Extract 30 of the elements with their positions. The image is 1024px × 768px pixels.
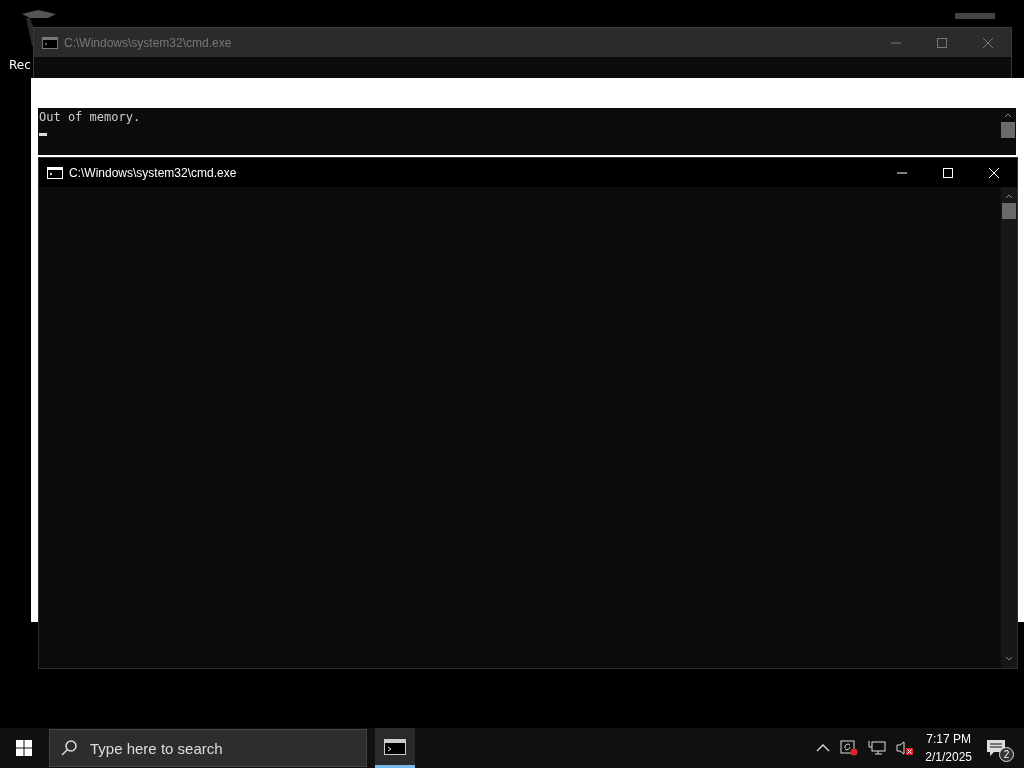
console-line: Out of memory. [39,110,142,124]
sync-icon[interactable] [840,740,859,756]
search-field[interactable]: Type here to search [49,729,367,767]
text-cursor [39,133,47,136]
desktop-icon-label: Rec [9,58,31,72]
windows-logo-icon[interactable] [16,740,32,756]
search-field[interactable]: Type here to search [88,738,352,758]
search-icon [60,739,78,757]
maximize-icon [937,37,947,48]
scroll-down-icon[interactable] [1005,656,1013,662]
taskbar-app-button[interactable] [375,728,415,768]
window-edge [955,13,995,19]
window-title: C:\Windows\system32\cmd.exe [69,165,237,180]
network-icon[interactable] [868,740,887,756]
scrollbar-thumb[interactable] [1001,122,1015,138]
scroll-up-icon[interactable] [1004,112,1012,118]
window-title: C:\Windows\system32\cmd.exe [64,35,232,50]
speaker-muted-icon[interactable] [896,740,915,756]
console-icon [47,166,63,179]
scrollbar-thumb[interactable] [1002,203,1016,219]
maximize-icon [943,167,953,178]
console-icon [384,738,406,755]
scroll-up-icon[interactable] [1005,193,1013,199]
close-icon [989,167,999,178]
console-icon [42,36,58,49]
clock-time[interactable]: 7:17 PM [926,730,971,748]
chevron-up-icon[interactable] [816,743,831,753]
notification-count: 2 [999,747,1014,762]
clock-date[interactable]: 2/1/2025 [925,748,972,766]
close-icon [983,37,993,48]
